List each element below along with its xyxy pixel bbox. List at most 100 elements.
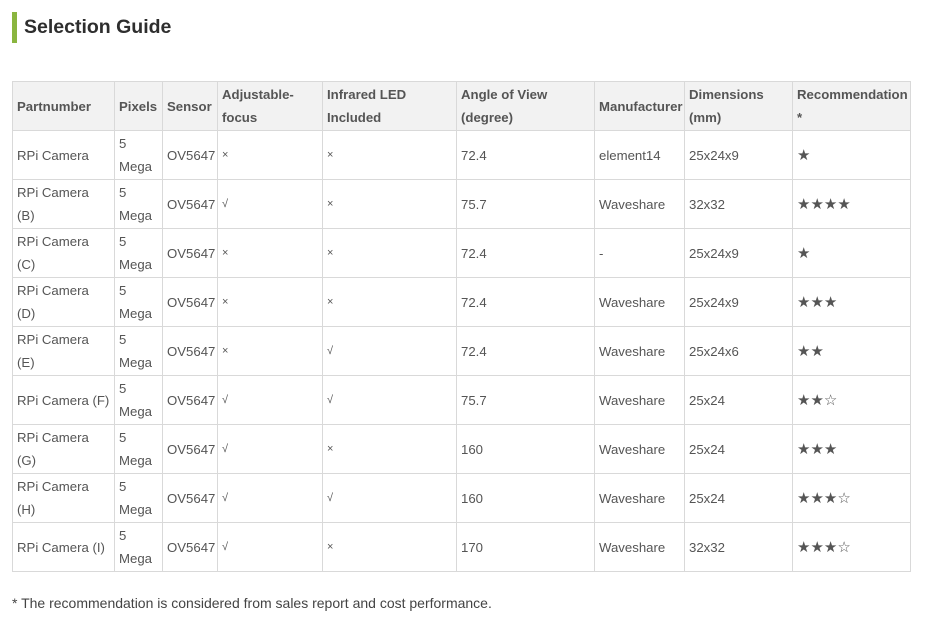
cell-infrared-led: × [322,277,457,327]
cell-manufacturer: Waveshare [594,424,685,474]
cell-recommendation-stars: ★★★★ [792,179,911,229]
table-row: RPi Camera (D) 5 Mega OV5647 × × 72.4 Wa… [12,277,911,327]
table-row: RPi Camera (G) 5 Mega OV5647 √ × 160 Wav… [12,424,911,474]
cell-pixels: 5 Mega [114,130,163,180]
cell-recommendation-stars: ★ [792,228,911,278]
cell-manufacturer: - [594,228,685,278]
cell-pixels: 5 Mega [114,375,163,425]
cell-dimensions: 25x24x9 [684,130,793,180]
cell-angle-of-view: 72.4 [456,130,595,180]
table-row: RPi Camera (E) 5 Mega OV5647 × √ 72.4 Wa… [12,326,911,376]
cell-recommendation-stars: ★★★☆ [792,473,911,523]
cell-partnumber: RPi Camera (B) [12,179,115,229]
cell-adjustable-focus: × [217,326,323,376]
cell-angle-of-view: 160 [456,424,595,474]
cell-partnumber: RPi Camera (I) [12,522,115,572]
cell-recommendation-stars: ★★☆ [792,375,911,425]
cell-angle-of-view: 72.4 [456,326,595,376]
cell-manufacturer: Waveshare [594,326,685,376]
cell-pixels: 5 Mega [114,228,163,278]
cell-angle-of-view: 170 [456,522,595,572]
cell-dimensions: 25x24 [684,473,793,523]
cell-pixels: 5 Mega [114,326,163,376]
header-partnumber: Partnumber [12,81,115,131]
cell-recommendation-stars: ★★★ [792,277,911,327]
cell-pixels: 5 Mega [114,473,163,523]
section-title: Selection Guide [12,12,171,43]
cell-pixels: 5 Mega [114,179,163,229]
cell-partnumber: RPi Camera (D) [12,277,115,327]
cell-dimensions: 25x24x6 [684,326,793,376]
cell-manufacturer: Waveshare [594,277,685,327]
cell-infrared-led: × [322,424,457,474]
cell-angle-of-view: 75.7 [456,375,595,425]
cell-recommendation-stars: ★ [792,130,911,180]
cell-manufacturer: Waveshare [594,522,685,572]
header-angle-of-view: Angle of View (degree) [456,81,595,131]
cell-sensor: OV5647 [162,375,218,425]
cell-recommendation-stars: ★★ [792,326,911,376]
table-row: RPi Camera (C) 5 Mega OV5647 × × 72.4 - … [12,228,911,278]
table-header-row: Partnumber Pixels Sensor Adjustable-focu… [12,81,911,131]
footnote: * The recommendation is considered from … [12,595,492,611]
cell-recommendation-stars: ★★★ [792,424,911,474]
header-recommendation: Recommendation * [792,81,911,131]
cell-partnumber: RPi Camera (E) [12,326,115,376]
cell-infrared-led: × [322,522,457,572]
cell-sensor: OV5647 [162,130,218,180]
cell-dimensions: 25x24 [684,424,793,474]
header-infrared-led: Infrared LED Included [322,81,457,131]
cell-recommendation-stars: ★★★☆ [792,522,911,572]
cell-pixels: 5 Mega [114,424,163,474]
cell-sensor: OV5647 [162,424,218,474]
cell-manufacturer: Waveshare [594,473,685,523]
cell-sensor: OV5647 [162,277,218,327]
cell-infrared-led: × [322,130,457,180]
table-row: RPi Camera (H) 5 Mega OV5647 √ √ 160 Wav… [12,473,911,523]
header-dimensions: Dimensions (mm) [684,81,793,131]
cell-adjustable-focus: √ [217,522,323,572]
cell-manufacturer: element14 [594,130,685,180]
cell-manufacturer: Waveshare [594,179,685,229]
cell-adjustable-focus: √ [217,375,323,425]
cell-sensor: OV5647 [162,522,218,572]
cell-pixels: 5 Mega [114,277,163,327]
cell-partnumber: RPi Camera [12,130,115,180]
cell-sensor: OV5647 [162,179,218,229]
cell-partnumber: RPi Camera (H) [12,473,115,523]
cell-manufacturer: Waveshare [594,375,685,425]
cell-sensor: OV5647 [162,473,218,523]
cell-adjustable-focus: √ [217,473,323,523]
cell-adjustable-focus: √ [217,424,323,474]
cell-angle-of-view: 72.4 [456,228,595,278]
table-row: RPi Camera 5 Mega OV5647 × × 72.4 elemen… [12,130,911,180]
cell-infrared-led: √ [322,375,457,425]
cell-sensor: OV5647 [162,326,218,376]
cell-infrared-led: × [322,228,457,278]
cell-pixels: 5 Mega [114,522,163,572]
cell-dimensions: 25x24x9 [684,228,793,278]
cell-dimensions: 32x32 [684,522,793,572]
cell-angle-of-view: 75.7 [456,179,595,229]
cell-adjustable-focus: × [217,228,323,278]
header-adjustable-focus: Adjustable-focus [217,81,323,131]
cell-angle-of-view: 160 [456,473,595,523]
cell-adjustable-focus: × [217,130,323,180]
table-row: RPi Camera (B) 5 Mega OV5647 √ × 75.7 Wa… [12,179,911,229]
cell-partnumber: RPi Camera (G) [12,424,115,474]
table-row: RPi Camera (F) 5 Mega OV5647 √ √ 75.7 Wa… [12,375,911,425]
header-manufacturer: Manufacturer [594,81,685,131]
cell-sensor: OV5647 [162,228,218,278]
cell-adjustable-focus: × [217,277,323,327]
selection-guide-table: Partnumber Pixels Sensor Adjustable-focu… [12,81,911,572]
table-row: RPi Camera (I) 5 Mega OV5647 √ × 170 Wav… [12,522,911,572]
cell-partnumber: RPi Camera (F) [12,375,115,425]
header-pixels: Pixels [114,81,163,131]
cell-dimensions: 25x24 [684,375,793,425]
cell-infrared-led: √ [322,473,457,523]
cell-partnumber: RPi Camera (C) [12,228,115,278]
cell-infrared-led: × [322,179,457,229]
header-sensor: Sensor [162,81,218,131]
cell-adjustable-focus: √ [217,179,323,229]
cell-angle-of-view: 72.4 [456,277,595,327]
